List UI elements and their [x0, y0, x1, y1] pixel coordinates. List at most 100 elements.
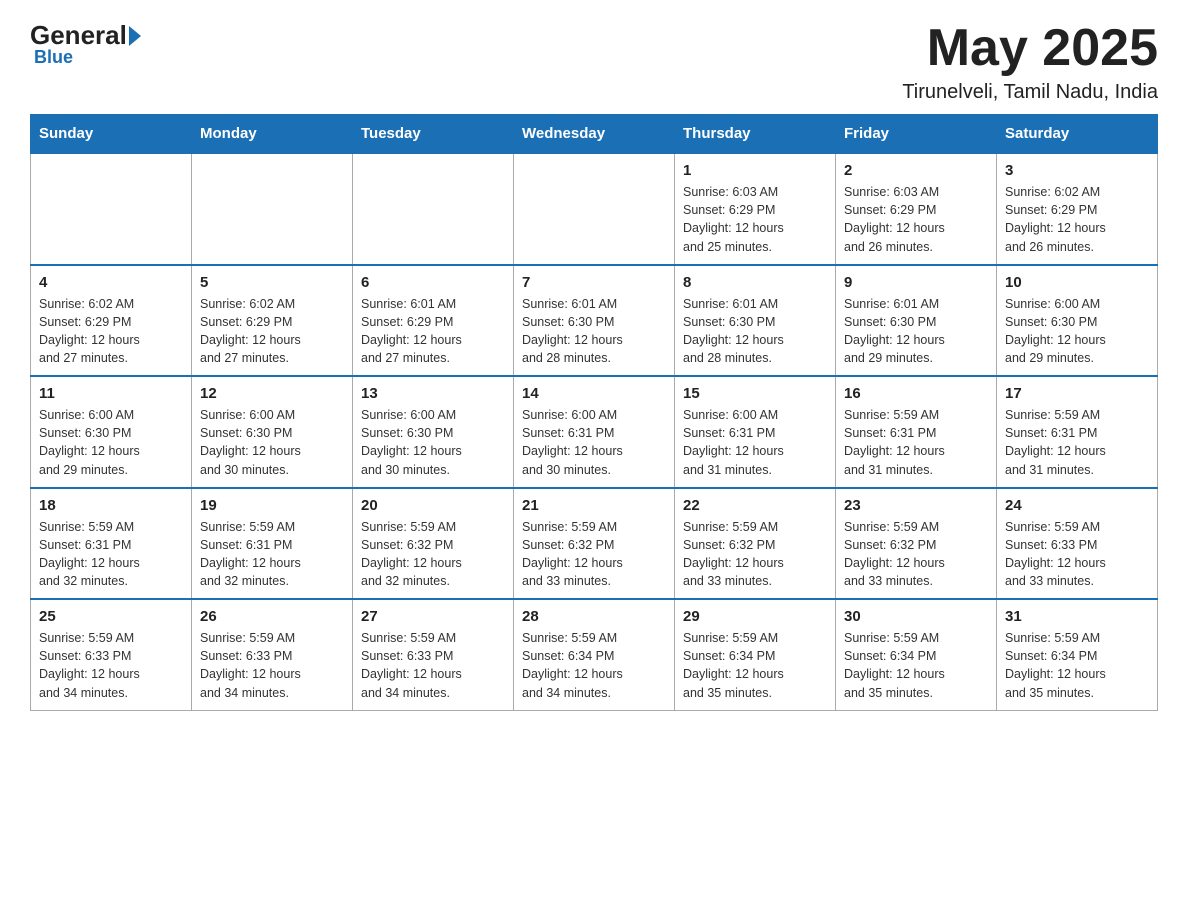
calendar-cell: 30Sunrise: 5:59 AM Sunset: 6:34 PM Dayli…	[836, 599, 997, 710]
day-number: 13	[361, 385, 505, 402]
column-header-sunday: Sunday	[31, 115, 192, 154]
day-number: 7	[522, 274, 666, 291]
calendar-cell: 16 Sunrise: 5:59 AM Sunset: 6:31 PM Dayli…	[836, 376, 997, 488]
calendar-cell: 21Sunrise: 5:59 AM Sunset: 6:32 PM Dayli…	[514, 488, 675, 600]
day-info: Sunrise: 5:59 AM Sunset: 6:33 PM Dayligh…	[200, 629, 344, 702]
calendar-cell: 24Sunrise: 5:59 AM Sunset: 6:33 PM Dayli…	[997, 488, 1158, 600]
logo-blue-text: Blue	[34, 47, 73, 68]
calendar-cell: 31Sunrise: 5:59 AM Sunset: 6:34 PM Dayli…	[997, 599, 1158, 710]
day-info: Sunrise: 5:59 AM Sunset: 6:34 PM Dayligh…	[683, 629, 827, 702]
day-number: 2	[844, 162, 988, 179]
calendar-cell: 22 Sunrise: 5:59 AM Sunset: 6:32 PM Dayli…	[675, 488, 836, 600]
calendar-week-row: 11 Sunrise: 6:00 AM Sunset: 6:30 PM Dayli…	[31, 376, 1158, 488]
day-info: Sunrise: 5:59 AM Sunset: 6:32 PM Dayligh…	[361, 518, 505, 591]
day-number: 23	[844, 497, 988, 514]
calendar-cell: 1 Sunrise: 6:03 AM Sunset: 6:29 PM Daylig…	[675, 153, 836, 265]
calendar-cell: 11Sunrise: 6:00 AM Sunset: 6:30 PM Dayli…	[31, 376, 192, 488]
location-title: Tirunelveli, Tamil Nadu, India	[902, 81, 1158, 104]
calendar-cell	[31, 153, 192, 265]
day-number: 4	[39, 274, 183, 291]
column-header-thursday: Thursday	[675, 115, 836, 154]
calendar-cell: 8Sunrise: 6:01 AM Sunset: 6:30 PM Daylig…	[675, 265, 836, 377]
day-number: 6	[361, 274, 505, 291]
day-info: Sunrise: 6:00 AM Sunset: 6:31 PM Dayligh…	[683, 406, 827, 479]
day-info: Sunrise: 6:01 AM Sunset: 6:30 PM Dayligh…	[522, 295, 666, 368]
day-number: 26	[200, 608, 344, 625]
day-info: Sunrise: 5:59 AM Sunset: 6:32 PM Dayligh…	[844, 518, 988, 591]
day-info: Sunrise: 6:02 AM Sunset: 6:29 PM Dayligh…	[39, 295, 183, 368]
day-info: Sunrise: 6:00 AM Sunset: 6:30 PM Dayligh…	[1005, 295, 1149, 368]
column-header-tuesday: Tuesday	[353, 115, 514, 154]
day-info: Sunrise: 5:59 AM Sunset: 6:32 PM Dayligh…	[683, 518, 827, 591]
day-info: Sunrise: 6:00 AM Sunset: 6:31 PM Dayligh…	[522, 406, 666, 479]
calendar-cell	[514, 153, 675, 265]
column-header-wednesday: Wednesday	[514, 115, 675, 154]
day-number: 9	[844, 274, 988, 291]
day-number: 5	[200, 274, 344, 291]
calendar-cell: 12 Sunrise: 6:00 AM Sunset: 6:30 PM Dayli…	[192, 376, 353, 488]
calendar-week-row: 4 Sunrise: 6:02 AM Sunset: 6:29 PM Daylig…	[31, 265, 1158, 377]
day-number: 17	[1005, 385, 1149, 402]
day-number: 21	[522, 497, 666, 514]
calendar-cell: 19Sunrise: 5:59 AM Sunset: 6:31 PM Dayli…	[192, 488, 353, 600]
calendar-cell: 2 Sunrise: 6:03 AM Sunset: 6:29 PM Daylig…	[836, 153, 997, 265]
day-info: Sunrise: 6:03 AM Sunset: 6:29 PM Dayligh…	[683, 183, 827, 256]
calendar-week-row: 18 Sunrise: 5:59 AM Sunset: 6:31 PM Dayli…	[31, 488, 1158, 600]
column-header-saturday: Saturday	[997, 115, 1158, 154]
day-info: Sunrise: 6:01 AM Sunset: 6:29 PM Dayligh…	[361, 295, 505, 368]
logo-area: General Blue	[30, 20, 141, 68]
column-header-monday: Monday	[192, 115, 353, 154]
calendar-table: SundayMondayTuesdayWednesdayThursdayFrid…	[30, 114, 1158, 711]
day-info: Sunrise: 5:59 AM Sunset: 6:33 PM Dayligh…	[39, 629, 183, 702]
day-number: 22	[683, 497, 827, 514]
day-info: Sunrise: 6:01 AM Sunset: 6:30 PM Dayligh…	[844, 295, 988, 368]
calendar-cell	[192, 153, 353, 265]
day-info: Sunrise: 6:03 AM Sunset: 6:29 PM Dayligh…	[844, 183, 988, 256]
calendar-cell	[353, 153, 514, 265]
calendar-cell: 28 Sunrise: 5:59 AM Sunset: 6:34 PM Dayli…	[514, 599, 675, 710]
day-number: 29	[683, 608, 827, 625]
day-number: 1	[683, 162, 827, 179]
calendar-cell: 18 Sunrise: 5:59 AM Sunset: 6:31 PM Dayli…	[31, 488, 192, 600]
day-number: 24	[1005, 497, 1149, 514]
calendar-cell: 3Sunrise: 6:02 AM Sunset: 6:29 PM Daylig…	[997, 153, 1158, 265]
title-area: May 2025 Tirunelveli, Tamil Nadu, India	[902, 20, 1158, 104]
calendar-cell: 10 Sunrise: 6:00 AM Sunset: 6:30 PM Dayli…	[997, 265, 1158, 377]
day-number: 3	[1005, 162, 1149, 179]
day-number: 18	[39, 497, 183, 514]
logo-arrow-icon	[129, 26, 141, 46]
day-number: 8	[683, 274, 827, 291]
day-number: 28	[522, 608, 666, 625]
day-number: 16	[844, 385, 988, 402]
calendar-cell: 5 Sunrise: 6:02 AM Sunset: 6:29 PM Daylig…	[192, 265, 353, 377]
day-info: Sunrise: 5:59 AM Sunset: 6:31 PM Dayligh…	[844, 406, 988, 479]
page-header: General Blue May 2025 Tirunelveli, Tamil…	[30, 20, 1158, 104]
day-info: Sunrise: 5:59 AM Sunset: 6:34 PM Dayligh…	[844, 629, 988, 702]
calendar-header-row: SundayMondayTuesdayWednesdayThursdayFrid…	[31, 115, 1158, 154]
day-number: 11	[39, 385, 183, 402]
day-number: 14	[522, 385, 666, 402]
calendar-cell: 20 Sunrise: 5:59 AM Sunset: 6:32 PM Dayli…	[353, 488, 514, 600]
day-info: Sunrise: 5:59 AM Sunset: 6:34 PM Dayligh…	[522, 629, 666, 702]
column-header-friday: Friday	[836, 115, 997, 154]
calendar-cell: 7 Sunrise: 6:01 AM Sunset: 6:30 PM Daylig…	[514, 265, 675, 377]
day-number: 10	[1005, 274, 1149, 291]
day-number: 20	[361, 497, 505, 514]
calendar-cell: 4 Sunrise: 6:02 AM Sunset: 6:29 PM Daylig…	[31, 265, 192, 377]
day-info: Sunrise: 5:59 AM Sunset: 6:31 PM Dayligh…	[39, 518, 183, 591]
calendar-cell: 26 Sunrise: 5:59 AM Sunset: 6:33 PM Dayli…	[192, 599, 353, 710]
calendar-cell: 15Sunrise: 6:00 AM Sunset: 6:31 PM Dayli…	[675, 376, 836, 488]
calendar-cell: 27Sunrise: 5:59 AM Sunset: 6:33 PM Dayli…	[353, 599, 514, 710]
day-info: Sunrise: 6:00 AM Sunset: 6:30 PM Dayligh…	[200, 406, 344, 479]
day-number: 27	[361, 608, 505, 625]
day-info: Sunrise: 6:00 AM Sunset: 6:30 PM Dayligh…	[361, 406, 505, 479]
day-number: 31	[1005, 608, 1149, 625]
day-number: 19	[200, 497, 344, 514]
day-number: 12	[200, 385, 344, 402]
day-info: Sunrise: 6:02 AM Sunset: 6:29 PM Dayligh…	[200, 295, 344, 368]
month-title: May 2025	[902, 20, 1158, 77]
calendar-cell: 17Sunrise: 5:59 AM Sunset: 6:31 PM Dayli…	[997, 376, 1158, 488]
calendar-cell: 23 Sunrise: 5:59 AM Sunset: 6:32 PM Dayli…	[836, 488, 997, 600]
day-number: 25	[39, 608, 183, 625]
calendar-week-row: 25 Sunrise: 5:59 AM Sunset: 6:33 PM Dayli…	[31, 599, 1158, 710]
